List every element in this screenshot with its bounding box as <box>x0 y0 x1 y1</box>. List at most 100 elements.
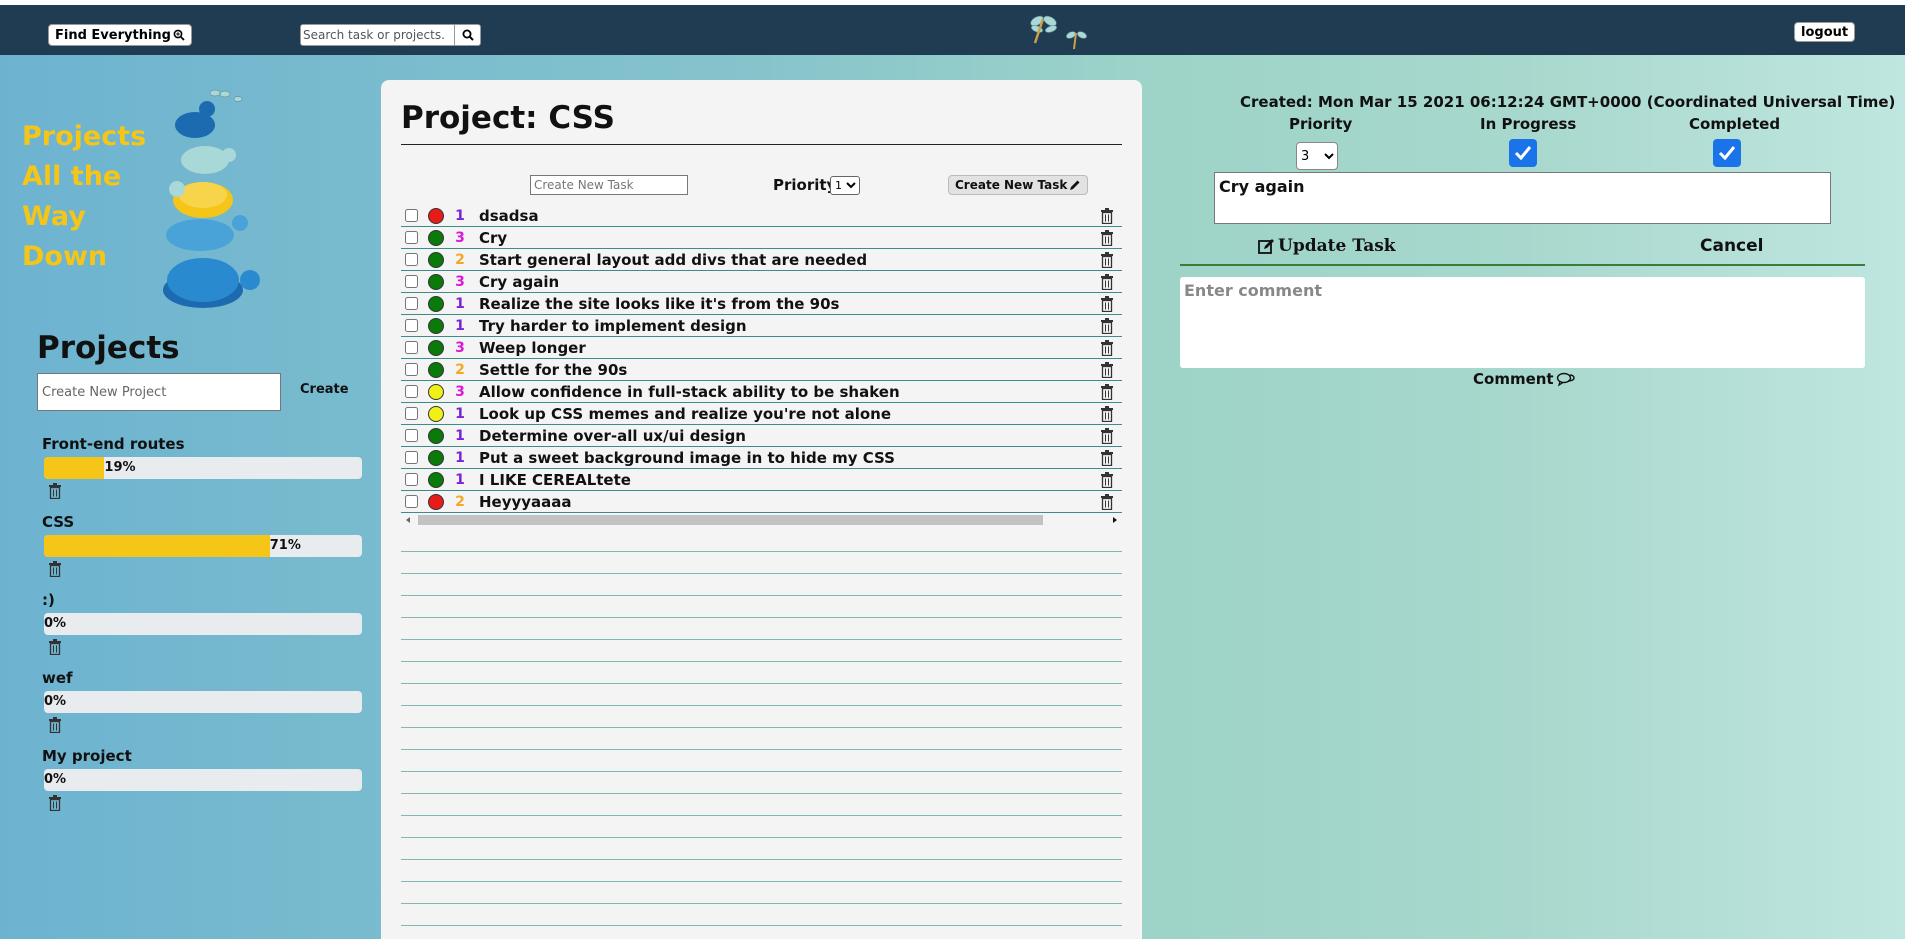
create-project-button[interactable]: Create <box>300 382 349 397</box>
task-row[interactable]: 2 Heyyyaaaa <box>401 491 1122 513</box>
create-task-button[interactable]: Create New Task <box>948 175 1089 195</box>
comment-button[interactable]: Comment <box>1473 370 1576 388</box>
task-checkbox[interactable] <box>405 297 418 310</box>
trash-icon[interactable] <box>48 561 62 577</box>
task-status-dot <box>428 251 444 268</box>
task-name[interactable]: Look up CSS memes and realize you're not… <box>479 405 1100 423</box>
project-item[interactable]: :) 0% <box>42 591 362 655</box>
project-item[interactable]: My project 0% <box>42 747 362 811</box>
task-checkbox[interactable] <box>405 385 418 398</box>
search-input[interactable] <box>300 24 455 46</box>
task-checkbox[interactable] <box>405 275 418 288</box>
task-row[interactable]: 1 Determine over-all ux/ui design <box>401 425 1122 447</box>
trash-icon[interactable] <box>1100 361 1114 378</box>
task-priority: 3 <box>455 339 465 356</box>
task-name[interactable]: Heyyyaaaa <box>479 493 1100 511</box>
task-name[interactable]: I LIKE CEREALtete <box>479 471 1100 489</box>
task-checkbox[interactable] <box>405 429 418 442</box>
task-name[interactable]: Start general layout add divs that are n… <box>479 251 1100 269</box>
trash-icon[interactable] <box>1100 493 1114 510</box>
scroll-right-arrow[interactable] <box>1110 513 1120 527</box>
trash-icon[interactable] <box>1100 339 1114 356</box>
task-checkbox[interactable] <box>405 319 418 332</box>
task-checkbox[interactable] <box>405 341 418 354</box>
task-checkbox[interactable] <box>405 231 418 244</box>
task-name[interactable]: Realize the site looks like it's from th… <box>479 295 1100 313</box>
in-progress-checkbox[interactable] <box>1509 139 1537 167</box>
task-row[interactable]: 1 I LIKE CEREALtete <box>401 469 1122 491</box>
task-name[interactable]: Settle for the 90s <box>479 361 1100 379</box>
task-status-dot <box>428 383 444 400</box>
trash-icon[interactable] <box>1100 471 1114 488</box>
task-row[interactable]: 1 Try harder to implement design <box>401 315 1122 337</box>
task-priority: 2 <box>455 361 465 378</box>
trash-icon[interactable] <box>48 717 62 733</box>
task-priority-select[interactable]: 3 <box>1296 142 1338 170</box>
project-item[interactable]: wef 0% <box>42 669 362 733</box>
update-task-button[interactable]: Update Task <box>1258 236 1396 256</box>
logout-button[interactable]: logout <box>1794 22 1856 42</box>
trash-icon[interactable] <box>48 483 62 499</box>
scrollbar-thumb[interactable] <box>418 515 1043 525</box>
task-name[interactable]: Try harder to implement design <box>479 317 1100 335</box>
task-row[interactable]: 1 Put a sweet background image in to hide… <box>401 447 1122 469</box>
task-status-dot <box>428 339 444 356</box>
find-everything-button[interactable]: Find Everything <box>48 24 192 46</box>
trash-icon[interactable] <box>1100 207 1114 224</box>
task-priority: 1 <box>455 427 465 444</box>
task-name[interactable]: Cry <box>479 229 1100 247</box>
task-row[interactable]: 2 Settle for the 90s <box>401 359 1122 381</box>
task-checkbox[interactable] <box>405 451 418 464</box>
checkmark-icon <box>1718 146 1736 161</box>
task-row[interactable]: 3 Weep longer <box>401 337 1122 359</box>
trash-icon[interactable] <box>1100 229 1114 246</box>
task-status-dot <box>428 295 444 312</box>
cancel-button[interactable]: Cancel <box>1700 236 1763 256</box>
task-row[interactable]: 3 Cry again <box>401 271 1122 293</box>
task-row[interactable]: 2 Start general layout add divs that are … <box>401 249 1122 271</box>
new-task-input[interactable] <box>530 175 688 195</box>
task-name[interactable]: Put a sweet background image in to hide … <box>479 449 1100 467</box>
task-checkbox[interactable] <box>405 495 418 508</box>
task-checkbox[interactable] <box>405 253 418 266</box>
task-name[interactable]: Cry again <box>479 273 1100 291</box>
trash-icon[interactable] <box>1100 449 1114 466</box>
trash-icon[interactable] <box>1100 383 1114 400</box>
task-name[interactable]: Determine over-all ux/ui design <box>479 427 1100 445</box>
project-item[interactable]: CSS 71% <box>42 513 362 577</box>
task-row[interactable]: 3 Allow confidence in full-stack ability … <box>401 381 1122 403</box>
task-text-field[interactable] <box>1214 172 1831 224</box>
task-name[interactable]: Weep longer <box>479 339 1100 357</box>
search-button[interactable] <box>455 24 481 46</box>
trash-icon[interactable] <box>1100 427 1114 444</box>
task-checkbox[interactable] <box>405 407 418 420</box>
horizontal-scrollbar[interactable] <box>401 513 1122 527</box>
trash-icon[interactable] <box>1100 405 1114 422</box>
project-progress-bar: 0% <box>44 769 362 791</box>
project-item[interactable]: Front-end routes 19% <box>42 435 362 499</box>
scroll-left-arrow[interactable] <box>403 513 413 527</box>
task-row[interactable]: 1 Realize the site looks like it's from t… <box>401 293 1122 315</box>
task-name[interactable]: Allow confidence in full-stack ability t… <box>479 383 1100 401</box>
trash-icon[interactable] <box>1100 317 1114 334</box>
trash-icon[interactable] <box>48 795 62 811</box>
task-checkbox[interactable] <box>405 363 418 376</box>
task-row[interactable]: 1 dsadsa <box>401 205 1122 227</box>
new-project-input[interactable] <box>37 373 281 411</box>
task-name[interactable]: dsadsa <box>479 207 1100 225</box>
task-priority: 1 <box>455 295 465 312</box>
task-checkbox[interactable] <box>405 209 418 222</box>
trash-icon[interactable] <box>1100 251 1114 268</box>
turtle-stack-illustration <box>163 89 260 308</box>
trash-icon[interactable] <box>1100 273 1114 290</box>
task-row[interactable]: 3 Cry <box>401 227 1122 249</box>
completed-checkbox[interactable] <box>1713 139 1741 167</box>
task-row[interactable]: 1 Look up CSS memes and realize you're no… <box>401 403 1122 425</box>
project-progress-bar: 19% <box>44 457 362 479</box>
trash-icon[interactable] <box>1100 295 1114 312</box>
new-task-priority-select[interactable]: 1 <box>830 176 860 195</box>
task-checkbox[interactable] <box>405 473 418 486</box>
trash-icon[interactable] <box>48 639 62 655</box>
comment-input[interactable] <box>1180 277 1865 368</box>
task-list: 1 dsadsa 3 Cry 2 Start general layout add div… <box>401 205 1122 513</box>
